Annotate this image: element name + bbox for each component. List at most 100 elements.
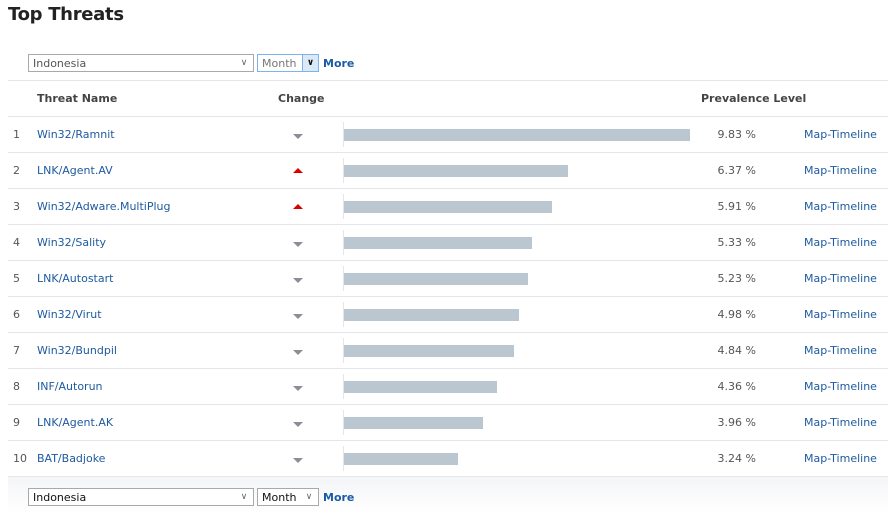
filter-bar-bottom: Indonesia ∨ Month ∨ More: [28, 487, 354, 507]
table-row: 2 LNK/Agent.AV 6.37 % Map-Timeline: [8, 152, 888, 188]
row-rank: 5: [13, 272, 20, 285]
threat-name-link[interactable]: INF/Autorun: [37, 369, 103, 405]
threat-name-link[interactable]: Win32/Sality: [37, 225, 106, 261]
triangle-up-icon: [293, 168, 303, 173]
threat-name-link[interactable]: Win32/Ramnit: [37, 117, 115, 153]
table-row: 8 INF/Autorun 4.36 % Map-Timeline: [8, 368, 888, 404]
change-indicator: [291, 297, 305, 333]
triangle-down-icon: [293, 458, 303, 463]
row-rank: 2: [13, 164, 20, 177]
change-indicator: [291, 189, 305, 225]
chevron-down-icon: ∨: [305, 492, 313, 502]
country-select-bottom[interactable]: Indonesia ∨: [28, 488, 254, 506]
column-header-prevalence: Prevalence Level: [701, 92, 807, 105]
table-body: 1 Win32/Ramnit 9.83 % Map-Timeline 2 LNK/Agen…: [8, 116, 888, 476]
row-rank: 3: [13, 200, 20, 213]
prevalence-bar: [344, 417, 483, 429]
map-timeline-link[interactable]: Map-Timeline: [804, 441, 877, 477]
triangle-down-icon: [293, 314, 303, 319]
period-select-value: Month: [262, 490, 297, 504]
chevron-down-icon: ∨: [302, 55, 318, 71]
threat-name-link[interactable]: LNK/Agent.AV: [37, 153, 113, 189]
change-indicator: [291, 441, 305, 477]
map-timeline-link[interactable]: Map-Timeline: [804, 369, 877, 405]
threat-name-link[interactable]: Win32/Virut: [37, 297, 102, 333]
threat-name-link[interactable]: LNK/Agent.AK: [37, 405, 113, 441]
threat-name-link[interactable]: Win32/Adware.MultiPlug: [37, 189, 171, 225]
prevalence-bar: [344, 453, 458, 465]
row-rank: 4: [13, 236, 20, 249]
prevalence-bar: [344, 273, 528, 285]
table-row: 10 BAT/Badjoke 3.24 % Map-Timeline: [8, 440, 888, 476]
map-timeline-link[interactable]: Map-Timeline: [804, 153, 877, 189]
triangle-down-icon: [293, 134, 303, 139]
map-timeline-link[interactable]: Map-Timeline: [804, 225, 877, 261]
map-timeline-link[interactable]: Map-Timeline: [804, 189, 877, 225]
prevalence-percent: 3.96 %: [717, 416, 756, 429]
table-row: 5 LNK/Autostart 5.23 % Map-Timeline: [8, 260, 888, 296]
change-indicator: [291, 405, 305, 441]
threat-name-link[interactable]: Win32/Bundpil: [37, 333, 117, 369]
prevalence-percent: 6.37 %: [717, 164, 756, 177]
triangle-down-icon: [293, 278, 303, 283]
country-select-value: Indonesia: [33, 56, 87, 70]
period-select[interactable]: Month ∨: [257, 54, 319, 72]
prevalence-percent: 5.23 %: [717, 272, 756, 285]
column-header-threat-name: Threat Name: [37, 92, 118, 105]
row-rank: 7: [13, 344, 20, 357]
threats-table: Threat Name Change Prevalence Level 1 Win…: [8, 80, 888, 477]
triangle-down-icon: [293, 242, 303, 247]
country-select-value: Indonesia: [33, 490, 87, 504]
table-row: 6 Win32/Virut 4.98 % Map-Timeline: [8, 296, 888, 332]
prevalence-percent: 4.98 %: [717, 308, 756, 321]
prevalence-percent: 5.33 %: [717, 236, 756, 249]
more-link[interactable]: More: [323, 57, 354, 70]
table-row: 1 Win32/Ramnit 9.83 % Map-Timeline: [8, 116, 888, 152]
map-timeline-link[interactable]: Map-Timeline: [804, 261, 877, 297]
row-rank: 10: [13, 452, 27, 465]
row-rank: 6: [13, 308, 20, 321]
map-timeline-link[interactable]: Map-Timeline: [804, 333, 877, 369]
triangle-down-icon: [293, 422, 303, 427]
prevalence-bar: [344, 237, 532, 249]
map-timeline-link[interactable]: Map-Timeline: [804, 297, 877, 333]
chevron-down-icon: ∨: [240, 492, 248, 502]
period-select-value: Month: [262, 56, 297, 70]
country-select[interactable]: Indonesia ∨: [28, 54, 254, 72]
prevalence-percent: 4.36 %: [717, 380, 756, 393]
prevalence-bar: [344, 345, 514, 357]
prevalence-percent: 5.91 %: [717, 200, 756, 213]
column-header-change: Change: [278, 92, 325, 105]
map-timeline-link[interactable]: Map-Timeline: [804, 117, 877, 153]
row-rank: 9: [13, 416, 20, 429]
change-indicator: [291, 261, 305, 297]
table-row: 7 Win32/Bundpil 4.84 % Map-Timeline: [8, 332, 888, 368]
change-indicator: [291, 117, 305, 153]
row-rank: 1: [13, 128, 20, 141]
table-row: 4 Win32/Sality 5.33 % Map-Timeline: [8, 224, 888, 260]
chevron-down-icon: ∨: [240, 58, 248, 68]
prevalence-percent: 3.24 %: [717, 452, 756, 465]
row-rank: 8: [13, 380, 20, 393]
prevalence-percent: 4.84 %: [717, 344, 756, 357]
threat-name-link[interactable]: LNK/Autostart: [37, 261, 113, 297]
table-row: 9 LNK/Agent.AK 3.96 % Map-Timeline: [8, 404, 888, 440]
more-link-bottom[interactable]: More: [323, 491, 354, 504]
change-indicator: [291, 369, 305, 405]
triangle-up-icon: [293, 204, 303, 209]
prevalence-bar: [344, 129, 690, 141]
triangle-down-icon: [293, 350, 303, 355]
threat-name-link[interactable]: BAT/Badjoke: [37, 441, 105, 477]
prevalence-bar: [344, 381, 497, 393]
triangle-down-icon: [293, 386, 303, 391]
filter-bar-top: Indonesia ∨ Month ∨ More: [28, 53, 354, 73]
table-row: 3 Win32/Adware.MultiPlug 5.91 % Map-Timelin…: [8, 188, 888, 224]
prevalence-bar: [344, 201, 552, 213]
page-title: Top Threats: [8, 4, 124, 25]
change-indicator: [291, 153, 305, 189]
map-timeline-link[interactable]: Map-Timeline: [804, 405, 877, 441]
period-select-bottom[interactable]: Month ∨: [257, 488, 319, 506]
change-indicator: [291, 225, 305, 261]
prevalence-bar: [344, 165, 568, 177]
prevalence-percent: 9.83 %: [717, 128, 756, 141]
